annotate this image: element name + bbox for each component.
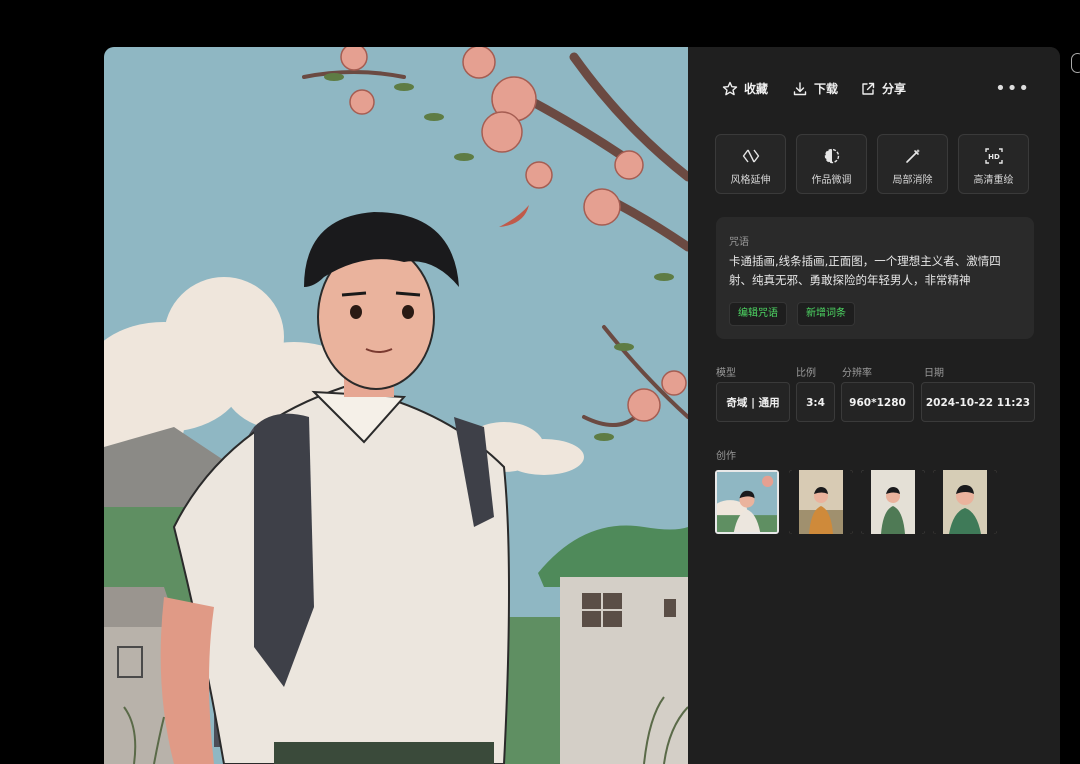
- favorite-button[interactable]: 收藏: [722, 80, 768, 97]
- magic-eraser-label: 局部消除: [892, 175, 933, 186]
- more-icon[interactable]: •••: [995, 80, 1030, 98]
- resolution-value: 960*1280: [841, 382, 914, 422]
- hd-redraw-label: 高清重绘: [973, 175, 1014, 186]
- fine-tune-icon: [824, 148, 839, 164]
- image-detail-window: 收藏 下载 分享 ••• 风格延伸 作品微调 局部消除 HD 高清重绘 咒语 卡…: [104, 47, 1060, 764]
- model-label: 模型: [716, 368, 736, 379]
- style-extend-icon: [742, 149, 759, 163]
- share-button[interactable]: 分享: [860, 80, 906, 97]
- fine-tune-label: 作品微调: [811, 175, 852, 186]
- ratio-value: 3:4: [796, 382, 835, 422]
- illustration-canvas: [104, 47, 688, 764]
- creation-thumbnail-2[interactable]: [789, 470, 853, 534]
- star-icon: [722, 81, 738, 95]
- generated-image[interactable]: [104, 47, 688, 764]
- fine-tune-button[interactable]: 作品微调: [796, 134, 867, 194]
- ratio-label: 比例: [796, 368, 816, 379]
- creation-thumbnail-4[interactable]: [933, 470, 997, 534]
- date-label: 日期: [924, 368, 944, 379]
- scroll-edge-indicator: [1071, 53, 1080, 73]
- hd-redraw-button[interactable]: HD 高清重绘: [958, 134, 1029, 194]
- creation-thumbnail-1[interactable]: [715, 470, 779, 534]
- thumbnail-image: [789, 470, 853, 534]
- magic-eraser-icon: [905, 149, 920, 163]
- creation-thumbnail-3[interactable]: [861, 470, 925, 534]
- download-icon: [793, 81, 807, 95]
- add-term-button[interactable]: 新增词条: [797, 302, 855, 326]
- download-label: 下载: [814, 82, 839, 96]
- share-label: 分享: [882, 82, 907, 96]
- edit-prompt-button[interactable]: 编辑咒语: [729, 302, 787, 326]
- hd-redraw-icon: HD: [984, 148, 1003, 164]
- prompt-text: 卡通插画,线条插画,正面图，一个理想主义者、激情四射、纯真无邪、勇敢探险的年轻男…: [729, 254, 1001, 287]
- style-extend-label: 风格延伸: [730, 175, 771, 186]
- favorite-label: 收藏: [744, 82, 769, 96]
- download-button[interactable]: 下载: [792, 80, 838, 97]
- resolution-label: 分辨率: [842, 368, 872, 379]
- magic-eraser-button[interactable]: 局部消除: [877, 134, 948, 194]
- share-icon: [862, 82, 875, 95]
- thumbnail-image: [933, 470, 997, 534]
- prompt-label: 咒语: [729, 237, 749, 248]
- style-extend-button[interactable]: 风格延伸: [715, 134, 786, 194]
- date-value: 2024-10-22 11:23: [921, 382, 1035, 422]
- thumbnail-image: [861, 470, 925, 534]
- svg-text:HD: HD: [988, 153, 1000, 161]
- action-bar: 收藏 下载 分享 •••: [722, 80, 1030, 102]
- creations-label: 创作: [716, 451, 736, 462]
- thumbnail-image: [717, 472, 777, 532]
- model-value: 奇域 | 通用: [716, 382, 790, 422]
- details-panel: 收藏 下载 分享 ••• 风格延伸 作品微调 局部消除 HD 高清重绘 咒语 卡…: [688, 47, 1060, 764]
